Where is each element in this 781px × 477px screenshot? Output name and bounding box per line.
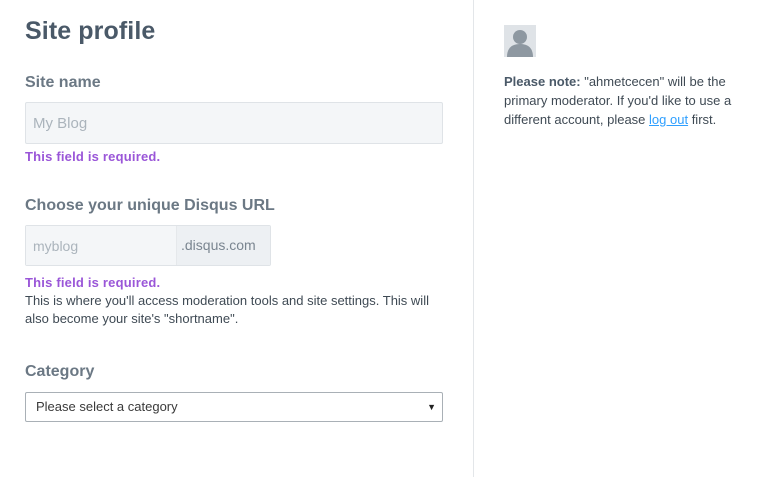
disqus-url-error: This field is required. xyxy=(25,275,161,290)
site-name-error: This field is required. xyxy=(25,149,161,164)
category-label: Category xyxy=(25,363,95,380)
category-select[interactable]: Please select a category ▼ xyxy=(25,392,443,422)
disqus-url-label: Choose your unique Disqus URL xyxy=(25,197,275,214)
moderator-sidebar: Please note: "ahmetcecen" will be the pr… xyxy=(474,0,781,477)
moderator-note: Please note: "ahmetcecen" will be the pr… xyxy=(504,72,759,129)
site-name-input[interactable] xyxy=(25,102,443,144)
site-profile-form: Site profile Site name This field is req… xyxy=(0,0,473,477)
disqus-url-group: .disqus.com xyxy=(25,225,271,266)
note-text-2: first. xyxy=(688,112,717,127)
user-avatar-icon xyxy=(504,25,536,57)
log-out-link[interactable]: log out xyxy=(649,112,688,127)
site-name-label: Site name xyxy=(25,74,101,91)
disqus-url-suffix: .disqus.com xyxy=(176,226,270,265)
page-title: Site profile xyxy=(25,17,156,45)
avatar xyxy=(504,25,536,57)
category-selected-value: Please select a category xyxy=(36,399,178,414)
note-label: Please note: xyxy=(504,74,581,89)
disqus-url-input[interactable] xyxy=(26,226,176,265)
disqus-url-help-text: This is where you'll access moderation t… xyxy=(25,293,429,326)
dropdown-arrow-icon: ▼ xyxy=(427,402,436,412)
